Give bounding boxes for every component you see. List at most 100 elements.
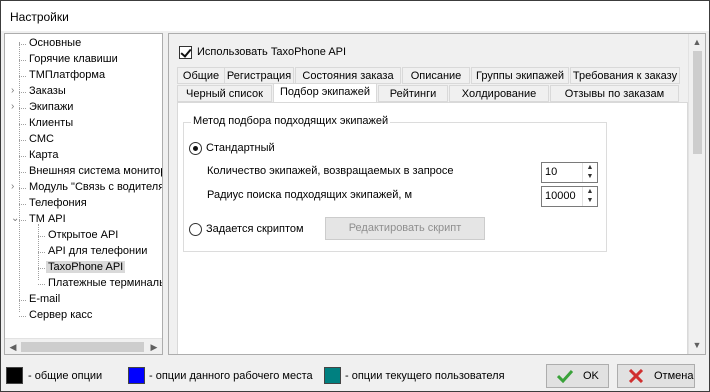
panel-vertical-scrollbar[interactable]: ▲ ▼ (688, 34, 705, 354)
spin-down-icon[interactable]: ▼ (583, 172, 597, 181)
tree-item-label: TaxoPhone API (46, 261, 126, 273)
tree-horizontal-scrollbar[interactable]: ◀ ▶ (5, 338, 162, 354)
scrollbar-thumb[interactable] (693, 51, 702, 154)
chevron-right-icon[interactable]: › (11, 101, 19, 113)
tab[interactable]: Описание (402, 67, 470, 84)
tab[interactable]: Состояния заказа (295, 67, 401, 84)
spin-up-icon[interactable]: ▲ (583, 187, 597, 196)
tree-item-label: Основные (29, 37, 82, 49)
scroll-right-icon[interactable]: ▶ (146, 339, 162, 354)
tree-item-label: API для телефонии (48, 245, 148, 257)
tree-item-label: ТМ API (29, 213, 66, 225)
tree-item[interactable]: Клиенты (27, 116, 75, 131)
tree-item[interactable]: ТМ API (27, 212, 68, 227)
tree-guide-line (38, 236, 45, 237)
tree-item[interactable]: Экипажи (27, 100, 75, 115)
tree-guide-line (38, 268, 45, 269)
tree-guide-line (19, 108, 26, 109)
tree-item[interactable]: СМС (27, 132, 56, 147)
checkmark-icon (557, 369, 573, 383)
tree-guide-line (19, 140, 26, 141)
edit-script-button[interactable]: Редактировать скрипт (325, 217, 485, 240)
settings-tree[interactable]: Основные Горячие клавиши ТМПлатформа › Заказ… (4, 33, 163, 355)
legend-general-label: - общие опции (28, 370, 103, 382)
crew-count-value: 10 (545, 166, 558, 178)
tab[interactable]: Общие (177, 67, 225, 84)
tab[interactable]: Отзывы по заказам (550, 85, 679, 102)
tree-guide-line (38, 252, 45, 253)
tree-guide-line (19, 60, 26, 61)
spin-down-icon[interactable]: ▼ (583, 196, 597, 205)
tree-item-label: Карта (29, 149, 59, 161)
tree-guide-line (19, 188, 26, 189)
tree-item[interactable]: ТМПлатформа (27, 68, 107, 83)
tree-item[interactable]: Модуль "Связь с водителя (27, 180, 163, 195)
legend-user-label: - опции текущего пользователя (345, 370, 505, 382)
tree-item[interactable]: Карта (27, 148, 60, 163)
tree-guide-line (38, 284, 45, 285)
tree-guide-line (19, 316, 26, 317)
legend-workstation-label: - опции данного рабочего места (149, 370, 313, 382)
tree-item-label: E-mail (29, 293, 61, 305)
legend-swatch-workstation (128, 367, 145, 384)
tree-guide-line (19, 220, 26, 221)
tree-item-label: Горячие клавиши (29, 53, 118, 65)
ok-label: OK (583, 370, 599, 382)
tab[interactable]: Рейтинги (378, 85, 448, 102)
search-radius-stepper[interactable]: 10000 ▲ ▼ (541, 186, 598, 207)
tree-item[interactable]: Сервер касс (27, 308, 94, 323)
scroll-down-icon[interactable]: ▼ (689, 337, 705, 353)
tree-item-label: Клиенты (29, 117, 74, 129)
tab-page-crew-selection: Метод подбора подходящих экипажей Станда… (177, 102, 688, 354)
ok-button[interactable]: OK (546, 364, 609, 388)
tree-item[interactable]: Телефония (27, 196, 89, 211)
tree-item[interactable]: Внешняя система монитори (27, 164, 162, 179)
tree-guide-line (19, 156, 26, 157)
selection-method-group: Метод подбора подходящих экипажей Станда… (183, 115, 607, 252)
search-radius-value: 10000 (545, 190, 576, 202)
tab[interactable]: Холдирование (449, 85, 549, 102)
tree-item[interactable]: Горячие клавиши (27, 52, 120, 67)
tree-item[interactable]: Основные (27, 36, 83, 51)
legend-swatch-general (6, 367, 23, 384)
tab[interactable]: Черный список (177, 85, 272, 102)
radio-standard-label: Стандартный (206, 142, 275, 154)
tree-guide-line (19, 44, 26, 45)
cancel-button[interactable]: Отмена (617, 364, 695, 388)
tab[interactable]: Требования к заказу (570, 67, 680, 84)
scrollbar-thumb[interactable] (21, 342, 144, 352)
chevron-right-icon[interactable]: › (11, 181, 19, 193)
tab[interactable]: Группы экипажей (471, 67, 569, 84)
tree-item-label: ТМПлатформа (29, 69, 106, 81)
radio-script[interactable] (189, 223, 202, 236)
scroll-left-icon[interactable]: ◀ (5, 339, 21, 354)
tree-guide-line (19, 76, 26, 77)
tab-active[interactable]: Подбор экипажей (273, 83, 377, 103)
crew-count-stepper[interactable]: 10 ▲ ▼ (541, 162, 598, 183)
tree-item-label: Сервер касс (29, 309, 93, 321)
scroll-up-icon[interactable]: ▲ (689, 34, 705, 50)
tree-guide-line (19, 204, 26, 205)
legend-swatch-user (324, 367, 341, 384)
tree-item-label: СМС (29, 133, 54, 145)
tree-item[interactable]: Заказы (27, 84, 68, 99)
tree-item-label: Модуль "Связь с водителя (29, 181, 163, 193)
close-icon (628, 369, 644, 383)
tree-item[interactable]: API для телефонии (46, 244, 149, 259)
chevron-down-icon[interactable]: ⌄ (11, 213, 19, 225)
tree-item[interactable]: Открытое API (46, 228, 120, 243)
radio-standard[interactable] (189, 142, 202, 155)
tab[interactable]: Регистрация (224, 67, 294, 84)
tree-item-label: Экипажи (29, 101, 74, 113)
group-title: Метод подбора подходящих экипажей (191, 115, 391, 127)
cancel-label: Отмена (654, 370, 694, 382)
tree-guide-line (19, 124, 26, 125)
spin-up-icon[interactable]: ▲ (583, 163, 597, 172)
chevron-right-icon[interactable]: › (11, 85, 19, 97)
use-api-checkbox[interactable] (179, 46, 192, 59)
tree-item[interactable]: Платежные терминалы (46, 276, 162, 291)
tree-item[interactable]: TaxoPhone API (46, 260, 126, 275)
tree-item[interactable]: E-mail (27, 292, 62, 307)
tree-guide-line (19, 92, 26, 93)
tree-guide-line (19, 172, 26, 173)
